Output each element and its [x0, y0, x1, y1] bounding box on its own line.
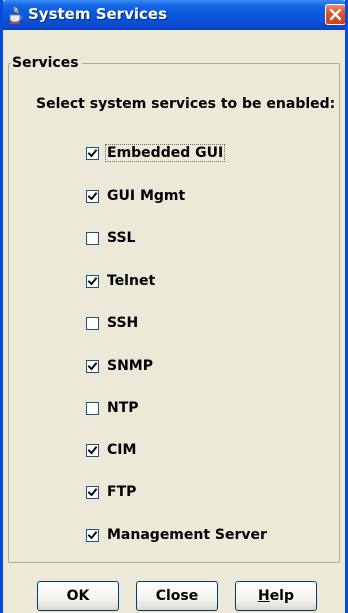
ok-button-label: OK [66, 588, 90, 604]
help-label-rest: elp [269, 588, 295, 604]
system-services-dialog: System Services Services Select system s… [0, 0, 348, 613]
help-mnemonic: H [257, 588, 270, 604]
service-label: Management Server [107, 527, 267, 543]
service-label: CIM [107, 442, 137, 458]
service-label: Embedded GUI [105, 144, 226, 162]
close-button[interactable]: Close [136, 581, 218, 611]
service-label: GUI Mgmt [107, 188, 186, 204]
service-option-ftp[interactable]: FTP [86, 481, 138, 503]
close-window-button[interactable] [325, 4, 345, 25]
checkbox[interactable] [86, 316, 99, 330]
service-option-ssh[interactable]: SSH [86, 312, 140, 334]
services-group-title: Services [11, 55, 82, 71]
service-option-gui-mgmt[interactable]: GUI Mgmt [86, 185, 187, 207]
checkbox[interactable] [86, 146, 99, 160]
service-option-telnet[interactable]: Telnet [86, 270, 157, 292]
checkbox[interactable] [86, 528, 99, 542]
checkbox[interactable] [86, 443, 99, 457]
service-option-embedded-gui[interactable]: Embedded GUI [86, 142, 226, 164]
service-label: SSL [107, 230, 136, 246]
service-label: Telnet [107, 273, 156, 289]
service-option-cim[interactable]: CIM [86, 439, 138, 461]
service-option-ssl[interactable]: SSL [86, 227, 137, 249]
service-option-ntp[interactable]: NTP [86, 397, 141, 419]
service-option-snmp[interactable]: SNMP [86, 355, 155, 377]
service-option-management-server[interactable]: Management Server [86, 524, 269, 546]
checkbox[interactable] [86, 189, 99, 203]
close-button-label: Close [155, 588, 199, 604]
checkbox[interactable] [86, 231, 99, 245]
title-bar[interactable]: System Services [3, 0, 345, 30]
checkbox[interactable] [86, 359, 99, 373]
close-icon [329, 8, 342, 21]
check-mark-icon [87, 487, 98, 496]
services-groupbox [8, 63, 340, 563]
check-mark-icon [87, 191, 98, 200]
service-label: NTP [107, 400, 139, 416]
service-label: FTP [107, 484, 137, 500]
check-mark-icon [87, 530, 98, 539]
checkbox[interactable] [86, 401, 99, 415]
service-label: SSH [107, 315, 139, 331]
checkbox[interactable] [86, 274, 99, 288]
checkbox[interactable] [86, 485, 99, 499]
ok-button[interactable]: OK [37, 581, 119, 611]
service-label: SNMP [107, 358, 153, 374]
help-button[interactable]: Help [235, 581, 317, 611]
help-button-label: Help [258, 588, 294, 604]
check-mark-icon [87, 445, 98, 454]
check-mark-icon [87, 361, 98, 370]
window-title: System Services [28, 5, 167, 23]
java-cup-icon [7, 6, 25, 24]
services-instruction: Select system services to be enabled: [36, 96, 336, 112]
check-mark-icon [87, 276, 98, 285]
check-mark-icon [87, 148, 98, 157]
